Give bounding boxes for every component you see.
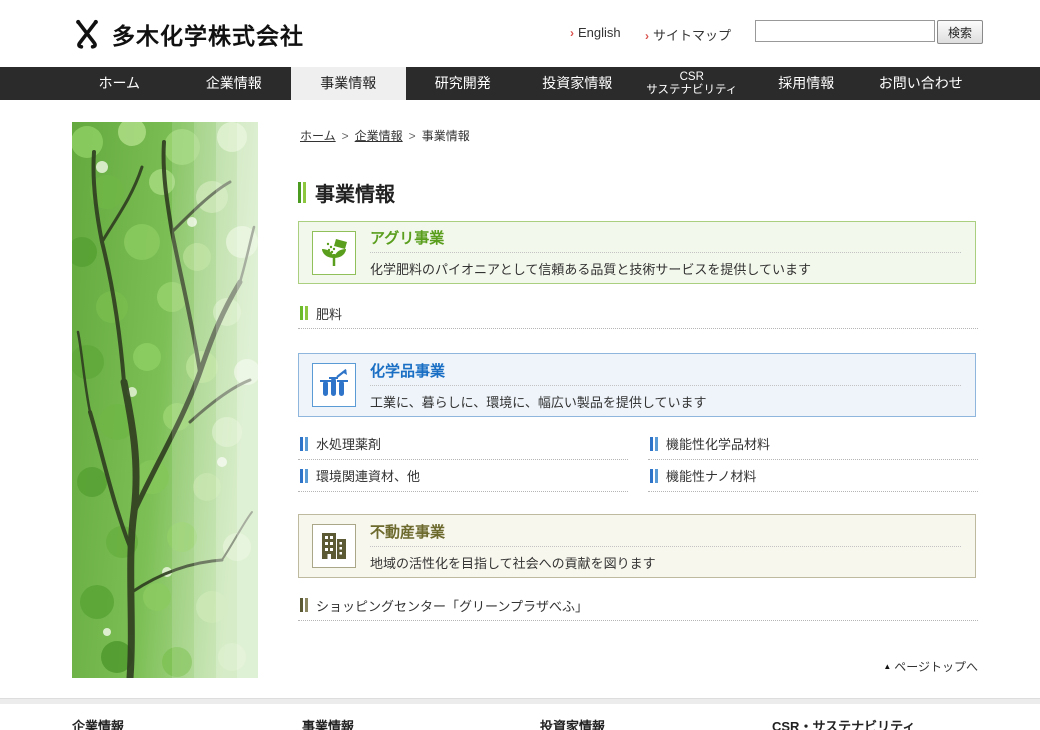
tree-photo <box>72 122 258 678</box>
nano-materials-link[interactable]: 機能性ナノ材料 <box>648 460 978 492</box>
nav-item-recruit[interactable]: 採用情報 <box>749 67 864 100</box>
page-top-link[interactable]: ▲ ページトップへ <box>883 658 978 675</box>
nav-item-research[interactable]: 研究開発 <box>406 67 521 100</box>
chemical-description: 工業に、暮らしに、環境に、幅広い製品を提供しています <box>370 392 961 411</box>
environment-materials-link[interactable]: 環境関連資材、他 <box>298 460 628 492</box>
logo-icon <box>70 18 104 50</box>
arrow-icon: › <box>570 26 574 40</box>
divider <box>370 546 961 547</box>
search-button[interactable]: 検索 <box>937 20 983 44</box>
footer-divider <box>0 698 1040 704</box>
functional-chemicals-link[interactable]: 機能性化学品材料 <box>648 428 978 460</box>
page-title: 事業情報 <box>298 178 395 207</box>
footer-col-csr[interactable]: CSR・サステナビリティ <box>772 716 915 730</box>
shopping-center-link[interactable]: ショッピングセンター「グリーンプラザべふ」 <box>298 590 978 621</box>
chemical-links: 水処理薬剤 機能性化学品材料 環境関連資材、他 機能性ナノ材料 <box>298 428 978 492</box>
footer-col-company[interactable]: 企業情報 <box>72 716 124 730</box>
nav-item-home[interactable]: ホーム <box>62 67 177 100</box>
olive-bars-icon <box>300 598 308 612</box>
water-treatment-link[interactable]: 水処理薬剤 <box>298 428 628 460</box>
global-nav: ホーム 企業情報 事業情報 研究開発 投資家情報 CSR サステナビリティ 採用… <box>0 67 1040 100</box>
arrow-icon: › <box>645 29 649 43</box>
search-input[interactable] <box>755 20 935 42</box>
nav-item-csr[interactable]: CSR サステナビリティ <box>635 67 750 100</box>
nav-item-investor[interactable]: 投資家情報 <box>520 67 635 100</box>
divider <box>370 252 961 253</box>
footer-col-business[interactable]: 事業情報 <box>302 716 354 730</box>
agri-title: アグリ事業 <box>370 227 961 248</box>
up-arrow-icon: ▲ <box>883 662 891 671</box>
buildings-icon <box>312 524 356 568</box>
nav-item-company[interactable]: 企業情報 <box>177 67 292 100</box>
breadcrumb-home-link[interactable]: ホーム <box>300 129 336 143</box>
green-bars-icon <box>300 306 308 320</box>
blue-bars-icon <box>300 437 308 451</box>
header: 多木化学株式会社 ›English ›サイトマップ 検索 <box>0 0 1040 67</box>
blue-bars-icon <box>650 437 658 451</box>
page: 多木化学株式会社 ›English ›サイトマップ 検索 ホーム 企業情報 事業… <box>0 0 1040 730</box>
blue-bars-icon <box>300 469 308 483</box>
title-bars-icon <box>298 182 306 203</box>
agri-description: 化学肥料のパイオニアとして信頼ある品質と技術サービスを提供しています <box>370 259 961 278</box>
agri-business-card[interactable]: アグリ事業 化学肥料のパイオニアとして信頼ある品質と技術サービスを提供しています <box>298 221 976 284</box>
sitemap-link[interactable]: ›サイトマップ <box>645 25 731 44</box>
realestate-description: 地域の活性化を目指して社会への貢献を図ります <box>370 553 961 572</box>
breadcrumb-company-link[interactable]: 企業情報 <box>355 129 403 143</box>
company-name: 多木化学株式会社 <box>112 17 304 51</box>
divider <box>370 385 961 386</box>
main-content: ホーム>企業情報>事業情報 事業情報 <box>298 122 978 730</box>
nav-item-business[interactable]: 事業情報 <box>291 67 406 100</box>
test-tubes-arrow-icon <box>312 363 356 407</box>
chemical-business-card[interactable]: 化学品事業 工業に、暮らしに、環境に、幅広い製品を提供しています <box>298 353 976 417</box>
breadcrumb-current: 事業情報 <box>422 129 470 143</box>
english-link[interactable]: ›English <box>570 25 621 40</box>
company-logo[interactable]: 多木化学株式会社 <box>70 17 304 51</box>
chemical-title: 化学品事業 <box>370 360 961 381</box>
footer-col-investor[interactable]: 投資家情報 <box>540 716 605 730</box>
sprout-fertilizer-icon <box>312 231 356 275</box>
nav-item-contact[interactable]: お問い合わせ <box>864 67 979 100</box>
breadcrumb: ホーム>企業情報>事業情報 <box>300 127 470 144</box>
blue-bars-icon <box>650 469 658 483</box>
fertilizer-link[interactable]: 肥料 <box>298 298 978 329</box>
realestate-title: 不動産事業 <box>370 521 961 542</box>
realestate-business-card[interactable]: 不動産事業 地域の活性化を目指して社会への貢献を図ります <box>298 514 976 578</box>
